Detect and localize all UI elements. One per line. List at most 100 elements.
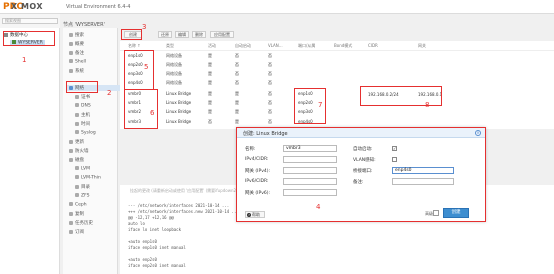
gear-icon bbox=[69, 68, 73, 73]
col-header-type[interactable]: 类型 bbox=[166, 43, 174, 49]
menu-item-hosts[interactable]: 主机 bbox=[75, 112, 90, 118]
annotation-box-4 bbox=[236, 127, 486, 222]
col-header-cidr[interactable]: CIDR bbox=[368, 43, 378, 48]
folder-icon bbox=[75, 184, 79, 189]
row-autostart: 否 bbox=[235, 53, 239, 58]
search-icon bbox=[69, 32, 73, 37]
list-icon bbox=[75, 130, 79, 134]
menu-item-notes[interactable]: 备注 bbox=[69, 50, 84, 56]
row-autostart: 是 bbox=[235, 100, 239, 105]
menu-item-replication[interactable]: 复制 bbox=[69, 211, 84, 217]
row-autostart: 否 bbox=[235, 80, 239, 85]
annotation-number-4: 4 bbox=[316, 203, 321, 211]
menu-item-firewall[interactable]: 防火墙 bbox=[69, 148, 89, 154]
version-label: Virtual Environment 6.4-4 bbox=[66, 4, 131, 10]
col-header-ports[interactable]: 端口/从属 bbox=[298, 43, 315, 49]
row-vlan: 否 bbox=[268, 109, 272, 114]
lvm-thin-icon bbox=[75, 175, 79, 179]
menu-item-updates[interactable]: 更新 bbox=[69, 139, 84, 145]
menu-item-search[interactable]: 搜索 bbox=[69, 32, 84, 38]
resource-tree: 数据中心 WYSERVER bbox=[0, 28, 60, 274]
apply-config-button[interactable]: 应用配置 bbox=[210, 31, 234, 38]
annotation-number-3: 3 bbox=[142, 23, 147, 31]
menu-item-lvm-thin[interactable]: LVM-Thin bbox=[75, 175, 101, 181]
col-header-autostart[interactable]: 自动启动 bbox=[235, 43, 251, 49]
row-active: 否 bbox=[208, 119, 212, 124]
row-type: Linux Bridge bbox=[166, 119, 192, 124]
row-vlan: 否 bbox=[268, 119, 272, 124]
edit-button[interactable]: 编辑 bbox=[175, 31, 189, 38]
logo-wordmark: X MOX bbox=[11, 2, 44, 11]
annotation-box-1 bbox=[3, 31, 55, 46]
row-active: 是 bbox=[208, 71, 212, 76]
col-header-vlan[interactable]: VLAN... bbox=[268, 43, 283, 48]
row-type: Linux Bridge bbox=[166, 109, 192, 114]
row-type: Linux Bridge bbox=[166, 91, 192, 96]
menu-item-syslog[interactable]: Syslog bbox=[75, 130, 96, 136]
row-active: 是 bbox=[208, 91, 212, 96]
col-header-name[interactable]: 名称 ↑ bbox=[128, 43, 141, 49]
delete-button[interactable]: 删除 bbox=[192, 31, 206, 38]
node-menu: 搜索 概要 备注 Shell 系统 网络 证书 DNS 主机 时间 Syslog… bbox=[63, 28, 121, 274]
col-header-active[interactable]: 活动 bbox=[208, 43, 216, 49]
annotation-number-1: 1 bbox=[22, 56, 27, 64]
task-list-icon bbox=[69, 220, 73, 225]
pending-changes-notice: 挂起的更改 (请重新启动或使用 '应用配置' (需要ifupdown2) 来激活… bbox=[130, 188, 253, 193]
page-title: 节点 'WYSERVER' bbox=[63, 22, 105, 28]
revert-button[interactable]: 还原 bbox=[158, 31, 172, 38]
row-vlan: 否 bbox=[268, 80, 272, 85]
shield-icon bbox=[69, 148, 73, 153]
row-type: 网络设备 bbox=[166, 53, 182, 58]
menu-item-ceph[interactable]: Ceph bbox=[69, 202, 87, 208]
row-autostart: 是 bbox=[235, 119, 239, 124]
refresh-icon bbox=[69, 139, 73, 144]
row-type: 网络设备 bbox=[166, 71, 182, 76]
row-type: 网络设备 bbox=[166, 62, 182, 67]
menu-item-certificates[interactable]: 证书 bbox=[75, 94, 90, 100]
tree-search-input[interactable]: 搜索视图 bbox=[2, 18, 58, 24]
subscription-icon bbox=[69, 229, 73, 234]
row-vlan: 否 bbox=[268, 53, 272, 58]
globe-icon bbox=[75, 103, 79, 107]
header-divider bbox=[120, 50, 554, 51]
row-type: 网络设备 bbox=[166, 80, 182, 85]
network-toolbar: 创建 还原 编辑 删除 应用配置 bbox=[120, 29, 554, 39]
diff-line: +auto enp1s0 bbox=[128, 239, 157, 244]
row-vlan: 否 bbox=[268, 91, 272, 96]
col-header-bond[interactable]: Bond模式 bbox=[334, 43, 352, 49]
menu-item-system[interactable]: 系统 bbox=[69, 68, 84, 74]
zfs-icon bbox=[75, 193, 79, 197]
diff-line: iface enp2s0 inet manual bbox=[128, 263, 186, 268]
annotation-box-2 bbox=[66, 81, 98, 93]
network-table: 名称 ↑ 类型 活动 自动启动 VLAN... 端口/从属 Bond模式 CID… bbox=[120, 41, 554, 129]
menu-item-lvm[interactable]: LVM bbox=[75, 166, 90, 172]
annotation-number-5: 5 bbox=[144, 63, 149, 71]
menu-item-summary[interactable]: 概要 bbox=[69, 41, 84, 47]
menu-item-shell[interactable]: Shell bbox=[69, 59, 86, 65]
annotation-box-8 bbox=[360, 86, 442, 106]
disk-icon bbox=[69, 157, 73, 162]
menu-item-subscription[interactable]: 订阅 bbox=[69, 229, 84, 235]
summary-icon bbox=[69, 41, 73, 46]
proxmox-logo: PRO X MOX bbox=[3, 1, 65, 13]
row-active: 是 bbox=[208, 80, 212, 85]
diff-line: auto lo bbox=[128, 221, 145, 226]
menu-item-directory[interactable]: 目录 bbox=[75, 184, 90, 190]
diff-line: @@ -12,17 +12,16 @@ bbox=[128, 215, 174, 220]
menu-item-disks[interactable]: 磁盘 bbox=[69, 157, 84, 163]
row-autostart: 是 bbox=[235, 91, 239, 96]
diff-line: --- /etc/network/interfaces 2021-10-14 .… bbox=[128, 203, 230, 208]
hosts-icon bbox=[75, 112, 79, 117]
col-header-gateway[interactable]: 网关 bbox=[418, 43, 426, 49]
menu-item-zfs[interactable]: ZFS bbox=[75, 193, 89, 199]
menu-item-dns[interactable]: DNS bbox=[75, 103, 91, 109]
notes-icon bbox=[69, 50, 73, 55]
annotation-number-6: 6 bbox=[150, 109, 155, 117]
ceph-icon bbox=[69, 202, 73, 206]
row-type: Linux Bridge bbox=[166, 100, 192, 105]
row-autostart: 否 bbox=[235, 71, 239, 76]
menu-item-time[interactable]: 时间 bbox=[75, 121, 90, 127]
menu-item-task-history[interactable]: 任务历史 bbox=[69, 220, 93, 226]
annotation-number-8: 8 bbox=[425, 101, 430, 109]
row-active: 是 bbox=[208, 100, 212, 105]
